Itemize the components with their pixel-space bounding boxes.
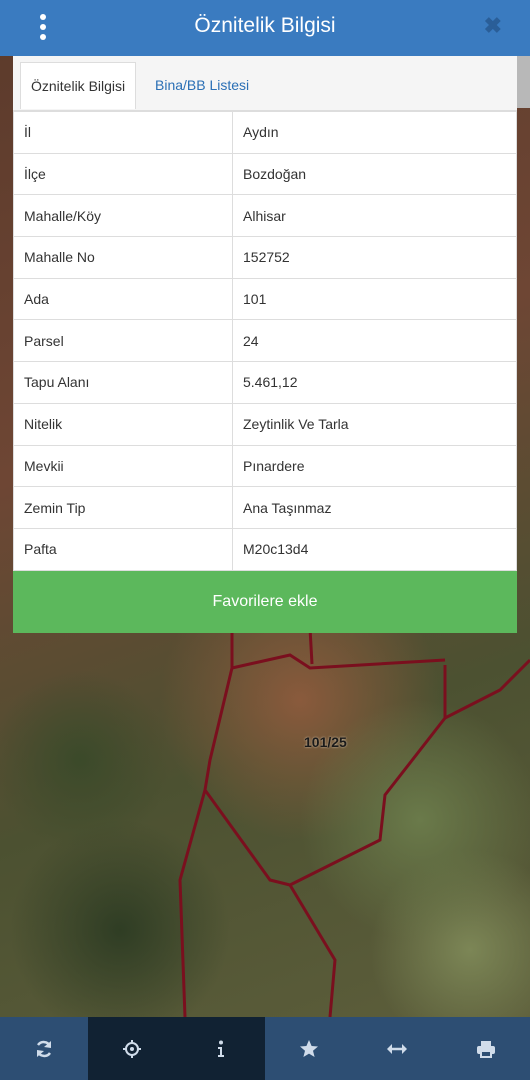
table-row: Nitelik Zeytinlik Ve Tarla xyxy=(13,402,517,446)
table-row: Mahalle/Köy Alhisar xyxy=(13,194,517,238)
crosshair-icon xyxy=(123,1039,142,1058)
star-icon xyxy=(300,1039,319,1057)
attribute-value: Zeytinlik Ve Tarla xyxy=(232,402,517,446)
print-button[interactable] xyxy=(442,1017,530,1080)
attribute-key: Parsel xyxy=(13,319,233,363)
attribute-value: 152752 xyxy=(232,236,517,279)
attribute-value: M20c13d4 xyxy=(232,527,517,571)
table-row: Mahalle No 152752 xyxy=(13,236,517,279)
table-row: Tapu Alanı 5.461,12 xyxy=(13,361,517,404)
scrollbar[interactable] xyxy=(517,56,530,108)
table-row: Parsel 24 xyxy=(13,319,517,363)
tab-attributes[interactable]: Öznitelik Bilgisi xyxy=(20,62,137,109)
attribute-key: Nitelik xyxy=(13,402,233,446)
attribute-key: Ada xyxy=(13,277,233,321)
attribute-panel: Öznitelik Bilgisi Bina/BB Listesi İl Aydı… xyxy=(13,56,517,633)
attribute-value: Pınardere xyxy=(232,444,517,488)
favorites-button[interactable] xyxy=(265,1017,353,1080)
info-button[interactable] xyxy=(176,1017,265,1080)
attribute-key: Zemin Tip xyxy=(13,486,233,529)
table-row: Zemin Tip Ana Taşınmaz xyxy=(13,486,517,529)
attribute-value: Alhisar xyxy=(232,194,517,238)
dialog-header: Öznitelik Bilgisi ✖ xyxy=(0,0,530,56)
tab-building-list[interactable]: Bina/BB Listesi xyxy=(145,62,259,108)
attribute-value: 24 xyxy=(232,319,517,363)
measure-button[interactable] xyxy=(353,1017,441,1080)
attribute-value: Ana Taşınmaz xyxy=(232,486,517,529)
attribute-value: 101 xyxy=(232,277,517,321)
parcel-label: 101/25 xyxy=(304,734,347,750)
attribute-key: Mahalle/Köy xyxy=(13,194,233,238)
close-icon[interactable]: ✖ xyxy=(484,13,502,39)
table-row: Ada 101 xyxy=(13,277,517,321)
dialog-title: Öznitelik Bilgisi xyxy=(194,14,336,37)
attribute-key: Tapu Alanı xyxy=(13,361,233,404)
print-icon xyxy=(476,1040,495,1058)
refresh-icon xyxy=(37,1040,52,1057)
attribute-key: İl xyxy=(13,111,233,154)
refresh-button[interactable] xyxy=(0,1017,88,1080)
attribute-table: İl Aydın İlçe Bozdoğan Mahalle/Köy Alhisar Mah… xyxy=(13,111,517,571)
tab-bar: Öznitelik Bilgisi Bina/BB Listesi xyxy=(13,56,517,111)
attribute-value: Aydın xyxy=(232,111,517,154)
attribute-value: 5.461,12 xyxy=(232,361,517,404)
attribute-key: Pafta xyxy=(13,527,233,571)
locate-button[interactable] xyxy=(88,1017,177,1080)
table-row: Pafta M20c13d4 xyxy=(13,527,517,571)
attribute-key: Mevkii xyxy=(13,444,233,488)
info-icon xyxy=(217,1040,224,1057)
measure-icon xyxy=(387,1043,408,1054)
table-row: İl Aydın xyxy=(13,111,517,154)
bottom-toolbar xyxy=(0,1017,530,1080)
attribute-key: Mahalle No xyxy=(13,236,233,279)
attribute-value: Bozdoğan xyxy=(232,152,517,196)
table-row: İlçe Bozdoğan xyxy=(13,152,517,196)
add-favorite-button[interactable]: Favorilere ekle xyxy=(13,570,517,633)
table-row: Mevkii Pınardere xyxy=(13,444,517,488)
attribute-key: İlçe xyxy=(13,152,233,196)
